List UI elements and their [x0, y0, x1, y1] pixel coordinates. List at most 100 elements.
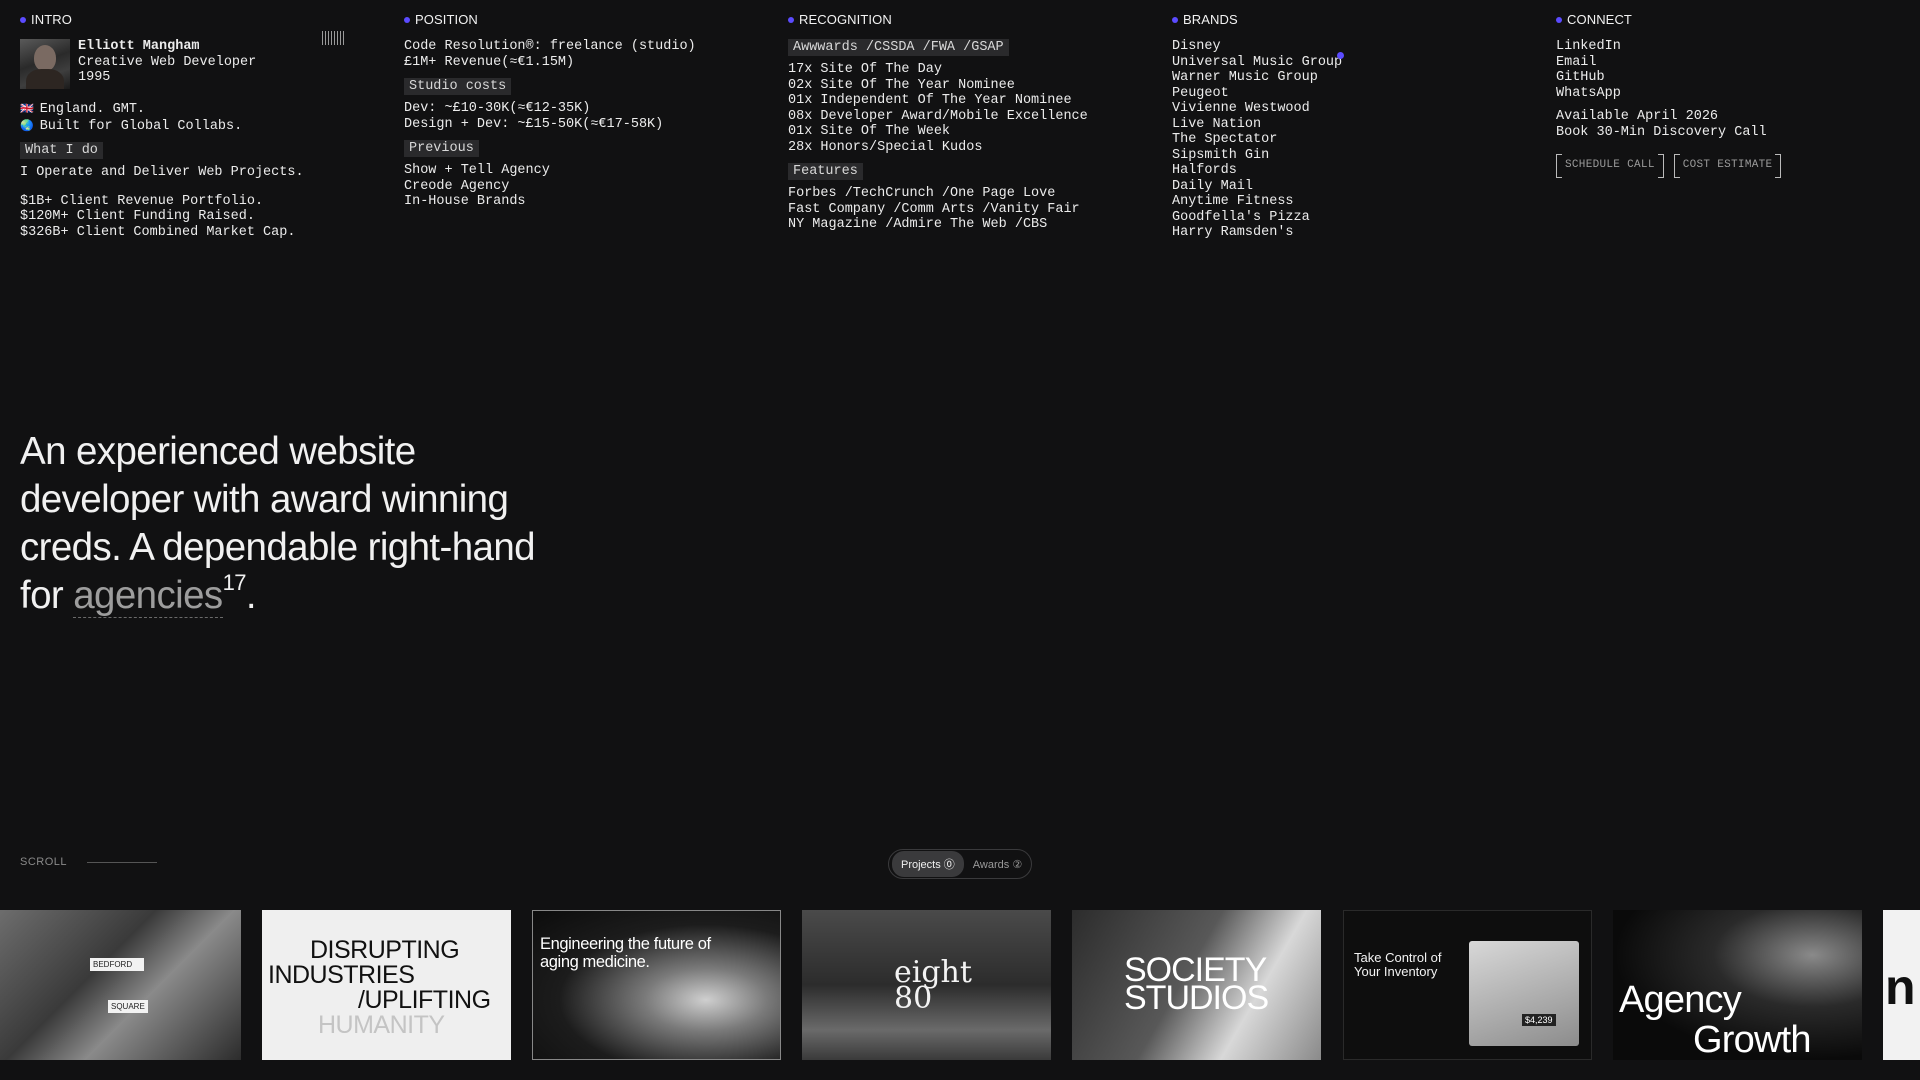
bullet-dot-icon [404, 16, 410, 23]
availability: Available April 2026 [1556, 109, 1719, 124]
feature-line: Fast Company /Comm Arts /Vanity Fair [788, 201, 1080, 217]
cost-line: Dev: ~£10-30K(≈€12-35K) [404, 101, 591, 116]
project-thumb-aging-medicine[interactable]: Engineering the future of aging medicine… [532, 910, 781, 1060]
stat-line: $120M+ Client Funding Raised. [20, 209, 255, 224]
hero-statement: An experienced website developer with aw… [20, 430, 536, 618]
scroll-label: SCROLL [20, 856, 68, 868]
intro-heading: INTRO [20, 12, 380, 27]
brand-item: Warner Music Group [1172, 70, 1318, 85]
bullet-dot-icon [1556, 16, 1562, 23]
avatar [20, 39, 70, 89]
projects-awards-toggle: Projects ⓪ Awards ② [888, 849, 1032, 879]
project-thumb-society-studios[interactable]: SOCIETY STUDIOS [1072, 910, 1321, 1060]
award-line: 02x Site Of The Year Nominee [788, 77, 1015, 93]
recognition-column: RECOGNITION Awwwards /CSSDA /FWA /GSAP 1… [788, 12, 1148, 233]
project-thumb-inventory[interactable]: Take Control of Your Inventory $4,239 [1343, 910, 1592, 1060]
barcode-icon [322, 31, 344, 45]
tab-awards[interactable]: Awards ② [964, 853, 1031, 876]
cursor-dot-icon [1337, 52, 1344, 59]
discovery-call-link[interactable]: Book 30-Min Discovery Call [1556, 125, 1916, 141]
profile-name: Elliott Mangham [78, 39, 200, 54]
schedule-call-button[interactable]: SCHEDULE CALL [1556, 154, 1664, 178]
thumb-logo: SOCIETY STUDIOS [1124, 951, 1269, 1017]
tab-projects[interactable]: Projects ⓪ [892, 851, 964, 877]
agencies-count: 17 [222, 570, 247, 595]
project-thumb-bedford-square[interactable]: BEDFORD SQUARE [0, 910, 241, 1060]
brand-item: Harry Ramsden's [1172, 225, 1294, 240]
award-line: 28x Honors/Special Kudos [788, 139, 983, 155]
intro-column: INTRO Elliott Mangham Creative Web Devel… [20, 12, 380, 240]
brand-item: Anytime Fitness [1172, 194, 1294, 209]
location: 🇬🇧 England. GMT. [20, 102, 146, 117]
thumb-headline: DISRUPTING INDUSTRIES /UPLIFTING HUMANIT… [268, 936, 491, 1039]
project-thumb-eight-80[interactable]: eight 80 [802, 910, 1051, 1060]
award-line: 17x Site Of The Day [788, 62, 942, 77]
agencies-link[interactable]: agencies [73, 574, 223, 618]
previous-tag: Previous [404, 140, 479, 157]
feature-line: Forbes /TechCrunch /One Page Love [788, 186, 1056, 201]
brand-item: Disney [1172, 39, 1221, 54]
brand-item: Daily Mail [1172, 178, 1254, 194]
bullet-dot-icon [20, 16, 26, 23]
profile: Elliott Mangham Creative Web Developer 1… [20, 39, 380, 89]
what-i-do-tag: What I do [20, 142, 103, 159]
awards-tag: Awwwards /CSSDA /FWA /GSAP [788, 39, 1009, 56]
cta-row: SCHEDULE CALL COST ESTIMATE [1556, 154, 1916, 178]
brand-item: The Spectator [1172, 132, 1278, 147]
award-line: 01x Site Of The Week [788, 124, 951, 139]
previous-item: Creode Agency [404, 178, 510, 194]
project-thumb-disrupting-industries[interactable]: DISRUPTING INDUSTRIES /UPLIFTING HUMANIT… [262, 910, 511, 1060]
brands-heading: BRANDS [1172, 12, 1532, 27]
recognition-heading: RECOGNITION [788, 12, 1148, 27]
brand-item: Peugeot [1172, 85, 1229, 101]
cost-line: Design + Dev: ~£15-50K(≈€17-58K) [404, 116, 664, 132]
uk-flag-icon: 🇬🇧 [20, 102, 34, 115]
thumb-headline: Agency Growth [1619, 979, 1811, 1060]
position-studio: Code Resolution®: freelance (studio) [404, 39, 696, 54]
scroll-indicator: SCROLL [20, 856, 158, 868]
thumb-sign: SQUARE [108, 1000, 148, 1013]
connect-heading: CONNECT [1556, 12, 1916, 27]
connect-link-email[interactable]: Email [1556, 55, 1916, 71]
brand-item: Universal Music Group [1172, 54, 1343, 70]
cost-estimate-button[interactable]: COST ESTIMATE [1673, 154, 1782, 178]
project-carousel[interactable]: BEDFORD SQUARE DISRUPTING INDUSTRIES /UP… [0, 910, 1920, 1060]
brand-item: Live Nation [1172, 116, 1262, 132]
profile-year: 1995 [78, 70, 111, 85]
global-collabs: 🌏 Built for Global Collabs. [20, 118, 243, 134]
stat-line: $1B+ Client Revenue Portfolio. [20, 193, 264, 209]
features-tag: Features [788, 163, 863, 180]
position-column: POSITION Code Resolution®: freelance (st… [404, 12, 764, 210]
brand-item: Goodfella's Pizza [1172, 209, 1310, 225]
brand-item: Halfords [1172, 163, 1237, 178]
award-line: 08x Developer Award/Mobile Excellence [788, 108, 1088, 124]
thumb-headline: n [1885, 959, 1916, 1015]
project-thumb-partial[interactable]: n [1883, 910, 1920, 1060]
connect-link-linkedin[interactable]: LinkedIn [1556, 39, 1916, 55]
previous-item: In-House Brands [404, 194, 526, 209]
connect-link-whatsapp[interactable]: WhatsApp [1556, 86, 1916, 102]
thumb-photo [1469, 941, 1579, 1046]
brand-item: Vivienne Westwood [1172, 101, 1310, 116]
feature-line: NY Magazine /Admire The Web /CBS [788, 217, 1048, 232]
thumb-sign: BEDFORD [90, 958, 144, 971]
profile-role: Creative Web Developer [78, 54, 257, 70]
what-i-do-text: I Operate and Deliver Web Projects. [20, 165, 304, 180]
award-line: 01x Independent Of The Year Nominee [788, 93, 1072, 108]
thumb-logo: eight 80 [894, 955, 972, 1016]
connect-column: CONNECT LinkedIn Email GitHub WhatsApp A… [1556, 12, 1916, 178]
globe-icon: 🌏 [20, 118, 34, 132]
connect-link-github[interactable]: GitHub [1556, 70, 1916, 86]
bullet-dot-icon [1172, 16, 1178, 23]
bullet-dot-icon [788, 16, 794, 23]
thumb-headline: Engineering the future of aging medicine… [540, 935, 711, 971]
brand-item: Sipsmith Gin [1172, 147, 1270, 163]
previous-item: Show + Tell Agency [404, 163, 550, 178]
project-thumb-agency-growth[interactable]: Agency Growth [1613, 910, 1862, 1060]
scroll-line [87, 861, 158, 863]
thumb-headline: Take Control of Your Inventory [1354, 950, 1442, 979]
position-heading: POSITION [404, 12, 764, 27]
studio-costs-tag: Studio costs [404, 78, 512, 95]
brands-column: BRANDS Disney Universal Music Group Warn… [1172, 12, 1532, 241]
stat-line: $326B+ Client Combined Market Cap. [20, 224, 296, 240]
